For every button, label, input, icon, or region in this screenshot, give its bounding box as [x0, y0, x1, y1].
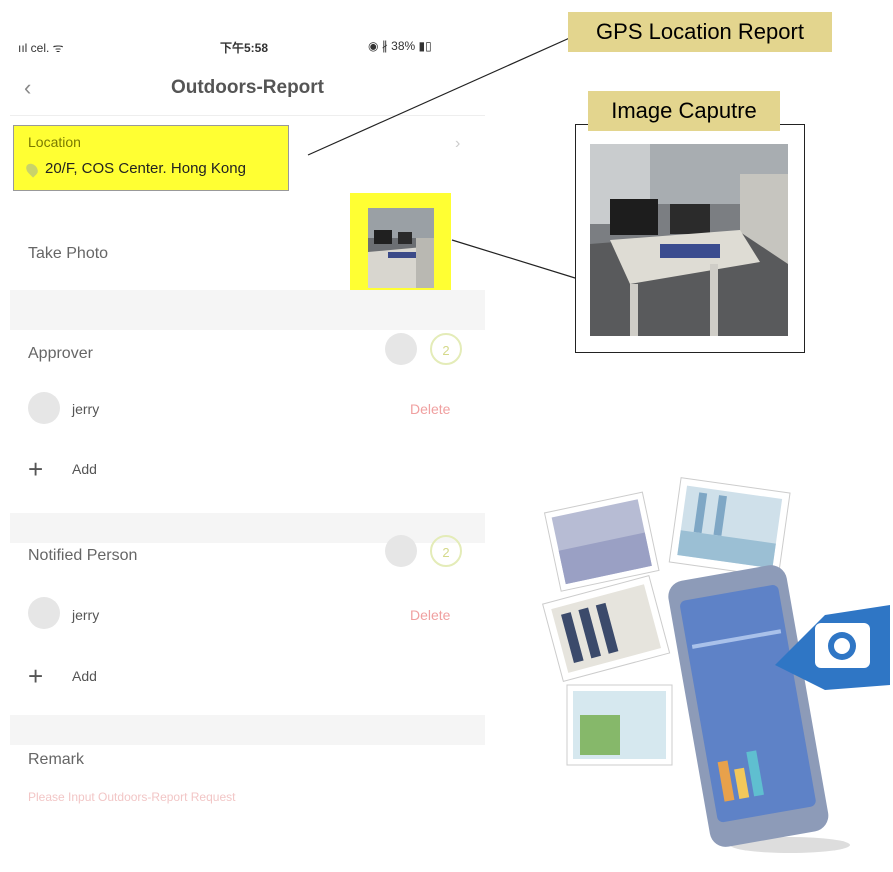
location-row[interactable]: Location 20/F, COS Center. Hong Kong — [13, 125, 289, 191]
image-capture-callout: Image Caputre — [588, 91, 780, 131]
location-pin-icon — [23, 161, 41, 178]
add-approver-icon[interactable]: + — [28, 456, 43, 482]
notified-label: Notified Person — [28, 547, 138, 564]
chevron-right-icon: › — [455, 135, 461, 152]
photo-thumbnail[interactable] — [368, 208, 434, 288]
battery-indicator: ◉ ∦ 38% ▮▯ — [368, 39, 432, 53]
signal-indicator: ııl cel. ᯤ — [18, 41, 64, 55]
approver-count-badge: 2 — [430, 333, 462, 365]
captured-photo — [590, 144, 788, 336]
clock: 下午5:58 — [220, 41, 269, 55]
take-photo-label: Take Photo — [28, 245, 109, 262]
notified-avatar-icon — [385, 535, 417, 567]
nav-bar: ‹ Outdoors-Report — [10, 65, 485, 116]
avatar — [28, 597, 60, 629]
approver-avatar-icon — [385, 333, 417, 365]
photo-highlight[interactable] — [350, 193, 451, 301]
page-title: Outdoors-Report — [170, 77, 325, 98]
notified-name: jerry — [72, 607, 100, 623]
location-address: 20/F, COS Center. Hong Kong — [45, 160, 246, 177]
section-divider — [10, 513, 485, 543]
avatar — [28, 392, 60, 424]
section-divider — [10, 290, 485, 330]
location-label: Location — [28, 134, 81, 150]
approver-label: Approver — [28, 345, 93, 362]
status-bar: ııl cel. ᯤ 下午5:58 ◉ ∦ 38% ▮▯ — [10, 35, 485, 57]
approver-name: jerry — [72, 401, 100, 417]
notified-delete-button[interactable]: Delete — [410, 607, 450, 623]
phone-screen: ııl cel. ᯤ 下午5:58 ◉ ∦ 38% ▮▯ ‹ Outdoors-… — [10, 35, 485, 867]
remark-input[interactable]: Please Input Outdoors-Report Request — [28, 790, 235, 804]
photo-tablet-illustration — [525, 455, 893, 867]
remark-label: Remark — [28, 751, 85, 768]
approver-delete-button[interactable]: Delete — [410, 401, 450, 417]
gps-callout: GPS Location Report — [568, 12, 832, 52]
notified-count-badge: 2 — [430, 535, 462, 567]
add-notified-button[interactable]: Add — [72, 668, 97, 684]
section-divider — [10, 715, 485, 745]
add-approver-button[interactable]: Add — [72, 461, 97, 477]
add-notified-icon[interactable]: + — [28, 663, 43, 689]
